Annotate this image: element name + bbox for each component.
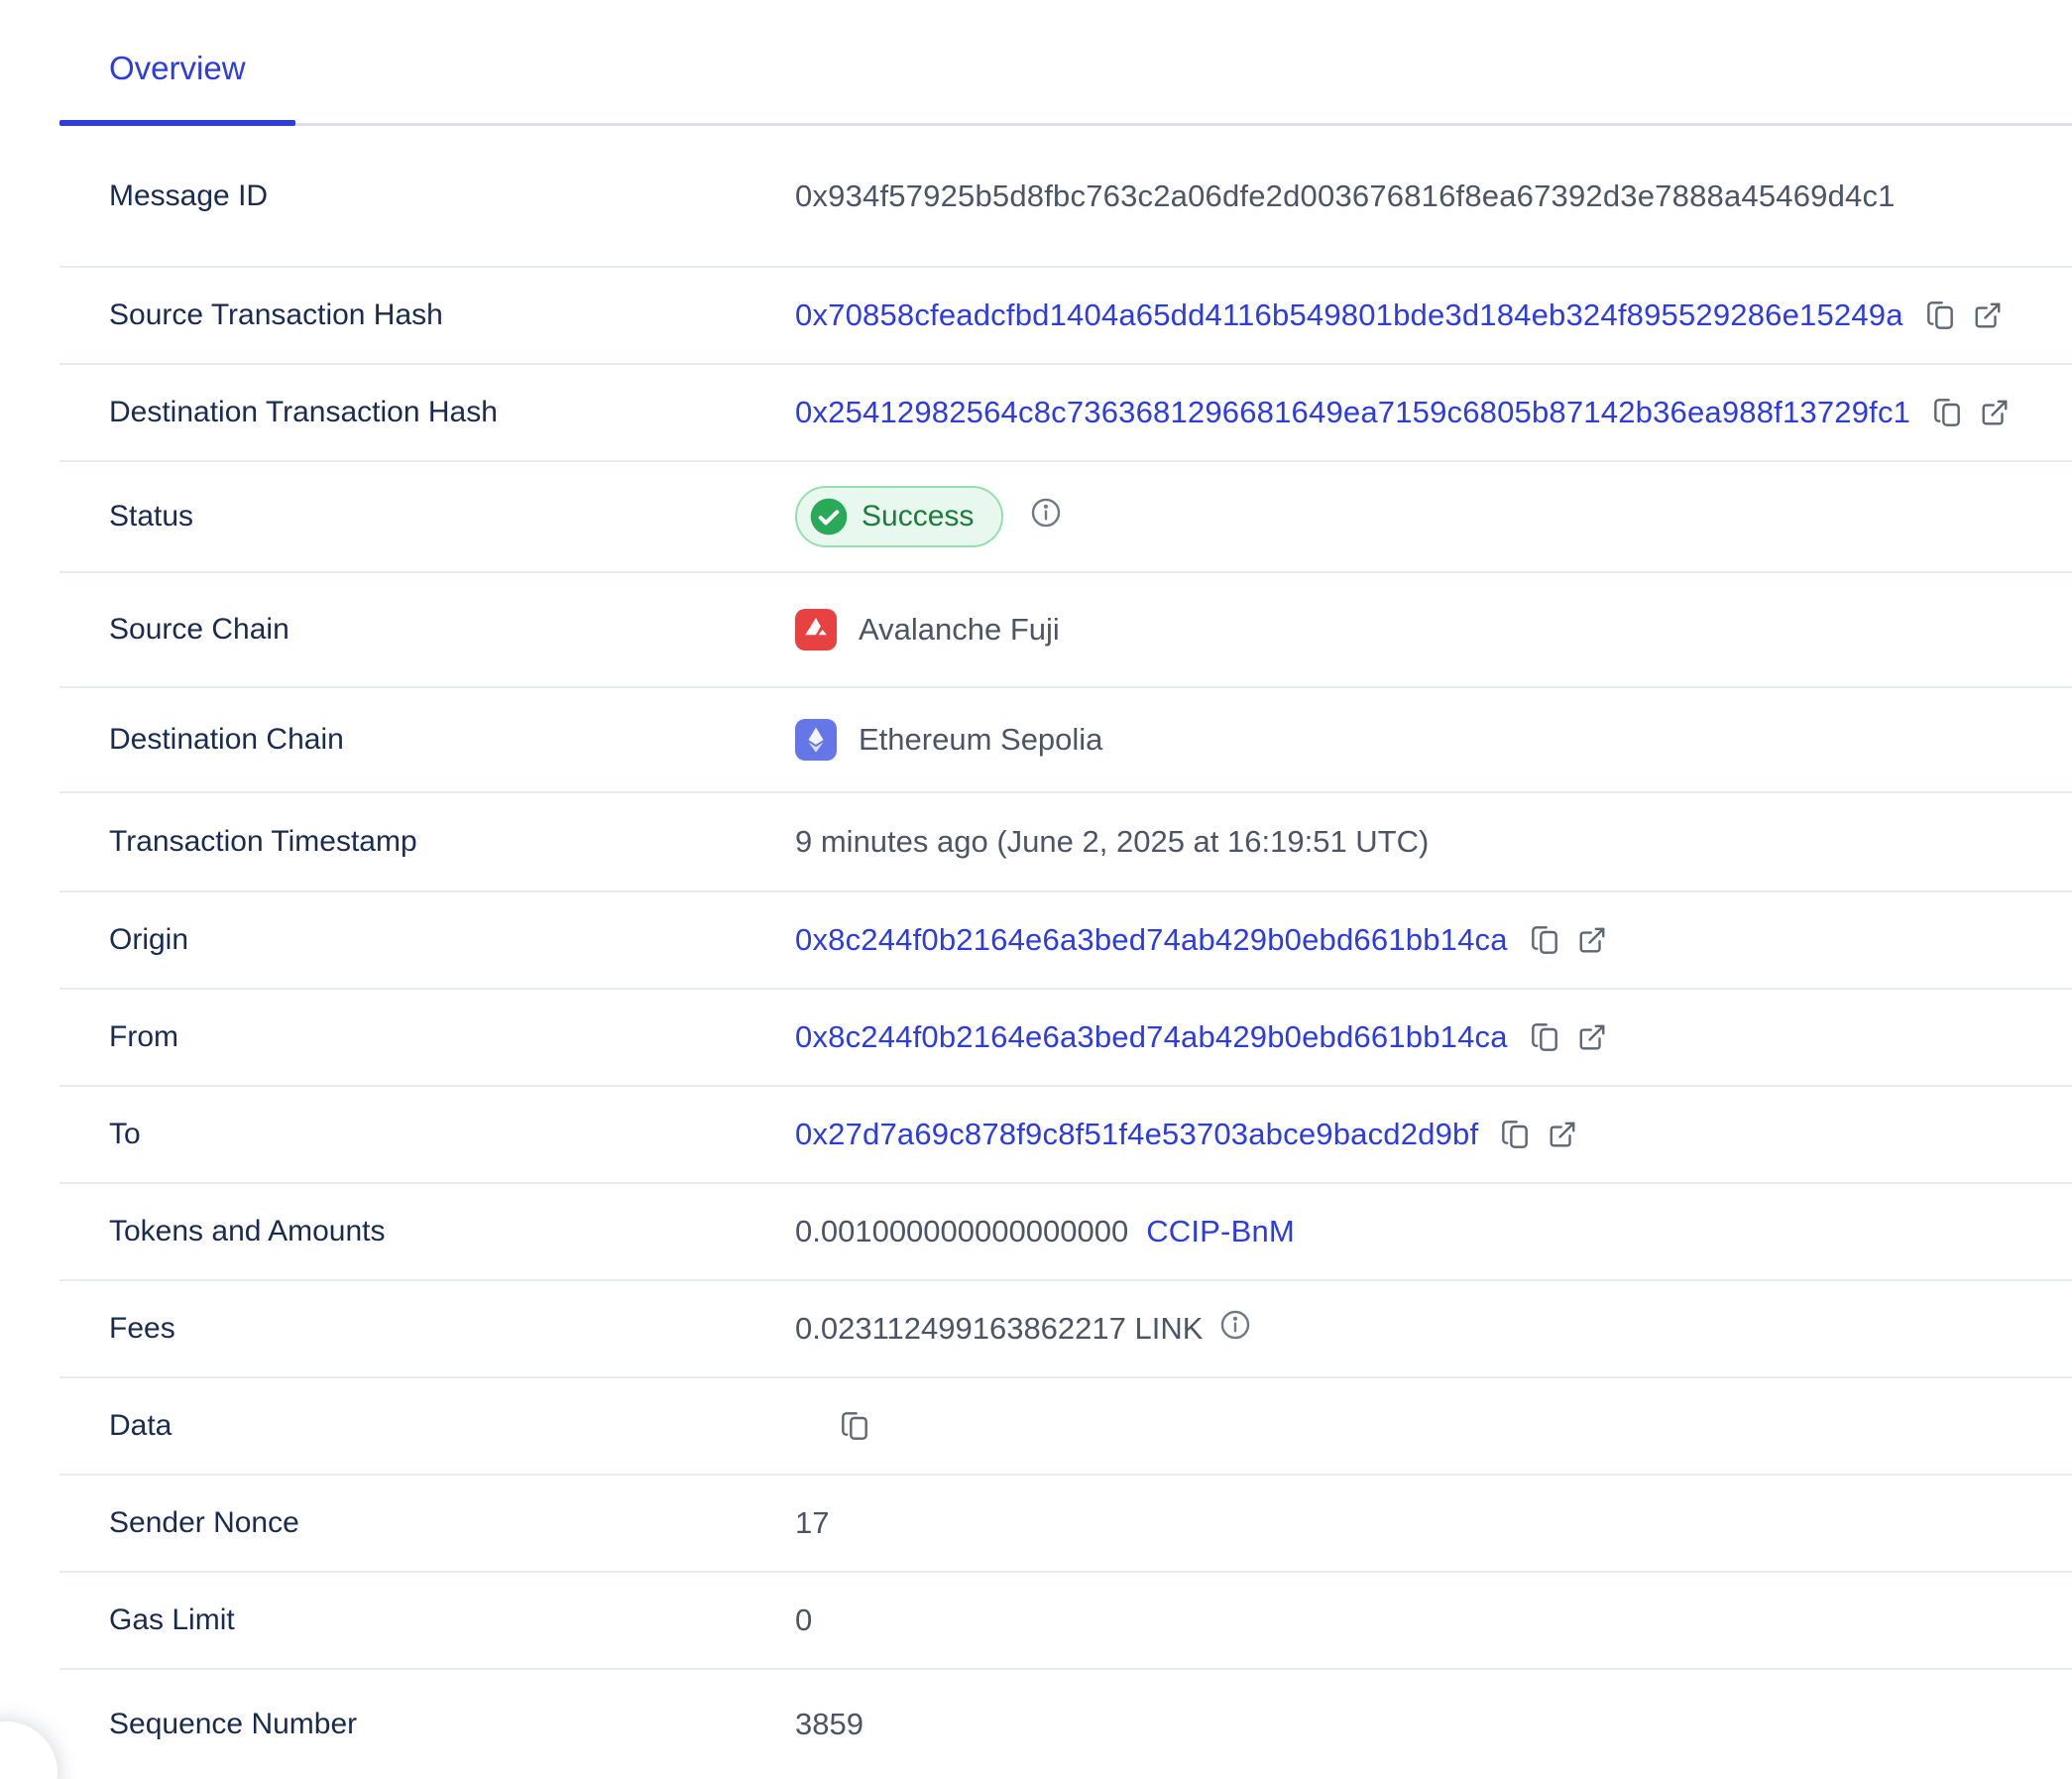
external-link-button[interactable] (1577, 1022, 1607, 1052)
row-data: Data (59, 1378, 2072, 1476)
external-link-icon (1548, 1120, 1577, 1149)
dest-chain-name: Ethereum Sepolia (859, 722, 1102, 758)
copy-button[interactable] (1530, 924, 1561, 956)
copy-icon (1530, 1021, 1561, 1053)
external-link-icon (1980, 398, 2010, 427)
fees-label: Fees (59, 1312, 795, 1346)
status-info-button[interactable] (1029, 496, 1063, 537)
ccip-transaction-overview-page: Overview Message ID 0x934f57925b5d8fbc76… (0, 0, 2072, 1779)
copy-icon (1925, 299, 1957, 331)
from-address-link[interactable]: 0x8c244f0b2164e6a3bed74ab429b0ebd661bb14… (795, 1019, 1508, 1055)
external-link-button[interactable] (1980, 398, 2010, 427)
copy-button[interactable] (1925, 299, 1957, 331)
row-message-id: Message ID 0x934f57925b5d8fbc763c2a06dfe… (59, 126, 2072, 268)
timestamp-value: 9 minutes ago (June 2, 2025 at 16:19:51 … (795, 824, 1429, 860)
row-tokens-and-amounts: Tokens and Amounts 0.001000000000000000 … (59, 1184, 2072, 1281)
to-label: To (59, 1118, 795, 1151)
floating-widget[interactable] (0, 1721, 58, 1779)
row-from: From 0x8c244f0b2164e6a3bed74ab429b0ebd66… (59, 990, 2072, 1087)
status-badge: Success (795, 486, 1003, 547)
dest-tx-label: Destination Transaction Hash (59, 396, 795, 429)
copy-button[interactable] (1500, 1119, 1532, 1150)
external-link-button[interactable] (1973, 300, 2003, 330)
external-link-icon (1973, 300, 2003, 330)
row-source-chain: Source Chain Avalanche Fuji (59, 573, 2072, 688)
sequence-number-label: Sequence Number (59, 1708, 795, 1741)
status-label: Status (59, 500, 795, 534)
token-amount: 0.001000000000000000 (795, 1214, 1128, 1249)
avalanche-icon (795, 609, 837, 651)
source-chain-label: Source Chain (59, 613, 795, 647)
origin-label: Origin (59, 923, 795, 957)
to-address-link[interactable]: 0x27d7a69c878f9c8f51f4e53703abce9bacd2d9… (795, 1117, 1478, 1152)
info-icon (1029, 496, 1063, 537)
gas-limit-label: Gas Limit (59, 1603, 795, 1637)
sender-nonce-value: 17 (795, 1505, 829, 1541)
row-fees: Fees 0.023112499163862217 LINK (59, 1281, 2072, 1378)
dest-tx-hash-link[interactable]: 0x25412982564c8c7363681296681649ea7159c6… (795, 395, 1910, 430)
timestamp-label: Transaction Timestamp (59, 825, 795, 859)
external-link-icon (1577, 925, 1607, 955)
row-sequence-number: Sequence Number 3859 (59, 1670, 2072, 1779)
row-origin: Origin 0x8c244f0b2164e6a3bed74ab429b0ebd… (59, 892, 2072, 990)
tab-overview[interactable]: Overview (59, 50, 295, 123)
message-id-label: Message ID (59, 179, 795, 213)
external-link-button[interactable] (1577, 925, 1607, 955)
source-tx-hash-link[interactable]: 0x70858cfeadcfbd1404a65dd4116b549801bde3… (795, 297, 1903, 333)
row-status: Status Success (59, 462, 2072, 573)
row-destination-chain: Destination Chain Ethereum Sepolia (59, 688, 2072, 793)
copy-button[interactable] (1530, 1021, 1561, 1053)
row-gas-limit: Gas Limit 0 (59, 1573, 2072, 1670)
fees-info-button[interactable] (1218, 1308, 1252, 1350)
token-symbol-link[interactable]: CCIP-BnM (1146, 1214, 1295, 1249)
row-to: To 0x27d7a69c878f9c8f51f4e53703abce9bacd… (59, 1087, 2072, 1184)
from-label: From (59, 1020, 795, 1054)
fees-value: 0.023112499163862217 LINK (795, 1311, 1203, 1347)
source-tx-label: Source Transaction Hash (59, 298, 795, 332)
external-link-icon (1577, 1022, 1607, 1052)
row-transaction-timestamp: Transaction Timestamp 9 minutes ago (Jun… (59, 793, 2072, 892)
info-icon (1218, 1308, 1252, 1350)
tokens-label: Tokens and Amounts (59, 1215, 795, 1248)
copy-icon (1932, 397, 1964, 428)
row-destination-transaction-hash: Destination Transaction Hash 0x254129825… (59, 365, 2072, 462)
tab-overview-label: Overview (109, 50, 246, 86)
source-chain-name: Avalanche Fuji (859, 612, 1060, 648)
ethereum-icon (795, 719, 837, 761)
row-source-transaction-hash: Source Transaction Hash 0x70858cfeadcfbd… (59, 268, 2072, 365)
copy-button[interactable] (840, 1410, 871, 1442)
copy-icon (1530, 924, 1561, 956)
sequence-number-value: 3859 (795, 1707, 863, 1742)
message-id-value: 0x934f57925b5d8fbc763c2a06dfe2d003676816… (795, 178, 1896, 214)
copy-button[interactable] (1932, 397, 1964, 428)
copy-icon (840, 1410, 871, 1442)
sender-nonce-label: Sender Nonce (59, 1506, 795, 1540)
check-circle-icon (809, 497, 849, 536)
transaction-details-table: Message ID 0x934f57925b5d8fbc763c2a06dfe… (59, 126, 2072, 1779)
row-sender-nonce: Sender Nonce 17 (59, 1476, 2072, 1573)
copy-icon (1500, 1119, 1532, 1150)
gas-limit-value: 0 (795, 1602, 812, 1638)
dest-chain-label: Destination Chain (59, 723, 795, 757)
external-link-button[interactable] (1548, 1120, 1577, 1149)
data-label: Data (59, 1409, 795, 1443)
origin-address-link[interactable]: 0x8c244f0b2164e6a3bed74ab429b0ebd661bb14… (795, 922, 1508, 958)
tab-bar: Overview (59, 0, 2072, 126)
status-badge-text: Success (862, 500, 974, 534)
